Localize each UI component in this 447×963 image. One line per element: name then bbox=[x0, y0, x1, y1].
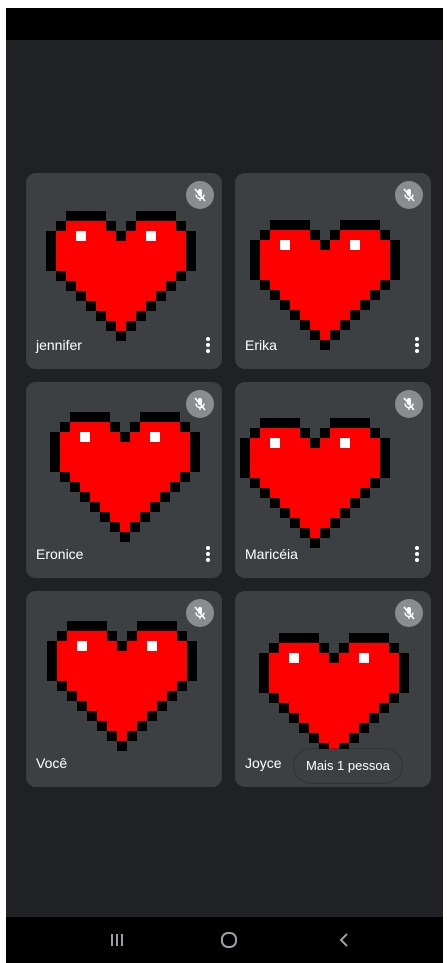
participant-tile-voce[interactable]: Você bbox=[26, 591, 222, 787]
pixel-heart-icon bbox=[250, 220, 400, 350]
participant-tile-jennifer[interactable]: jennifer bbox=[26, 173, 222, 369]
mic-off-icon bbox=[395, 181, 423, 209]
more-vert-icon[interactable] bbox=[202, 333, 214, 357]
mic-off-icon bbox=[395, 390, 423, 418]
participant-name: Eronice bbox=[36, 546, 84, 562]
more-vert-icon[interactable] bbox=[411, 542, 423, 566]
navigation-bar bbox=[6, 917, 443, 963]
more-vert-icon[interactable] bbox=[202, 542, 214, 566]
participant-tile-mariceia[interactable]: Maricéia bbox=[235, 382, 431, 578]
participant-tile-eronice[interactable]: Eronice bbox=[26, 382, 222, 578]
participant-name: Você bbox=[36, 755, 68, 771]
pixel-heart-icon bbox=[46, 211, 196, 341]
home-icon[interactable] bbox=[209, 924, 249, 956]
video-call-screen: jennifer Erika Eronice Maricéia Você Joy… bbox=[6, 8, 443, 963]
pixel-heart-icon bbox=[50, 412, 200, 542]
back-icon[interactable] bbox=[324, 924, 364, 956]
mic-off-icon bbox=[186, 181, 214, 209]
mic-off-icon bbox=[395, 599, 423, 627]
pixel-heart-icon bbox=[47, 621, 197, 751]
pixel-heart-icon bbox=[240, 418, 390, 548]
mic-off-icon bbox=[186, 390, 214, 418]
participant-name: Erika bbox=[245, 337, 277, 353]
more-people-chip[interactable]: Mais 1 pessoa bbox=[294, 749, 402, 783]
participant-name: jennifer bbox=[36, 337, 82, 353]
mic-off-icon bbox=[186, 599, 214, 627]
pixel-heart-icon bbox=[259, 633, 409, 763]
participant-name: Maricéia bbox=[245, 546, 298, 562]
participant-name: Joyce bbox=[245, 755, 282, 771]
recents-icon[interactable] bbox=[97, 924, 137, 956]
participant-tile-erika[interactable]: Erika bbox=[235, 173, 431, 369]
status-bar bbox=[6, 8, 443, 40]
more-vert-icon[interactable] bbox=[411, 333, 423, 357]
